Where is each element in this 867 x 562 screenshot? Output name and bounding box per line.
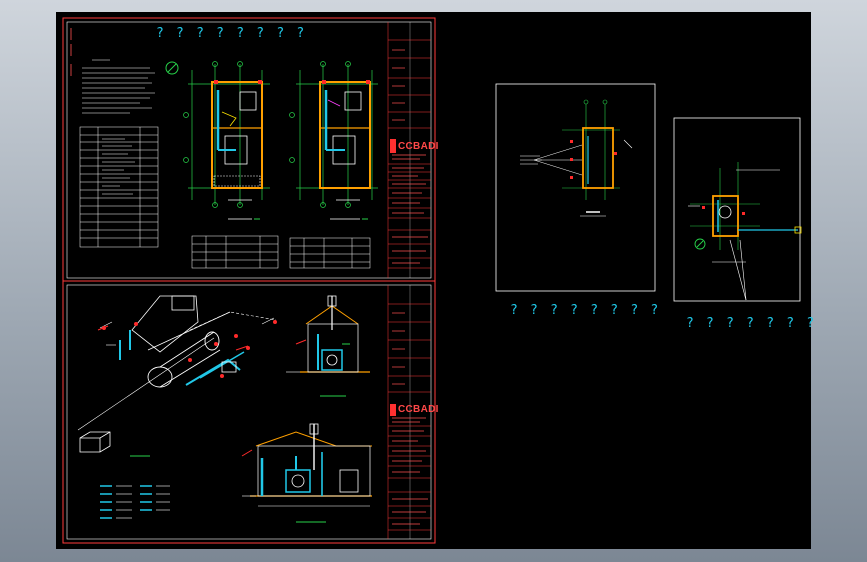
upper-logo-mark — [390, 139, 396, 153]
section-view-large — [242, 423, 372, 523]
materials-table-entries — [102, 138, 135, 195]
detail-sheet-middle — [495, 83, 656, 292]
small-isometric-box — [79, 431, 111, 453]
detail-right-drawing — [688, 162, 802, 301]
floor-plan-2 — [289, 61, 378, 220]
logo-text-lower: CCBADI — [398, 404, 439, 415]
floor-plan-1 — [165, 61, 270, 220]
design-notes-text — [82, 59, 155, 114]
plan-1-walls — [211, 81, 263, 189]
legend-table-2 — [289, 237, 371, 269]
cad-drawing-canvas — [62, 17, 802, 544]
lower-logo-mark — [390, 404, 396, 416]
detail-middle-drawing — [520, 99, 633, 217]
detail-middle-red-marks — [570, 140, 617, 179]
logo-text-upper: CCBADI — [398, 141, 439, 152]
sheet-top-title: ? ? ? ? ? ? ? ? — [156, 26, 307, 41]
detail-caption-right: ? ? ? ? ? ? ? — [686, 316, 817, 331]
detail-sheet-right — [673, 117, 801, 302]
detail-caption-left: ? ? ? ? ? ? ? ? — [510, 303, 661, 318]
lower-legend — [100, 485, 170, 519]
legend-table-1 — [191, 235, 279, 269]
section-view-small — [286, 295, 370, 397]
isometric-piping-diagram — [77, 295, 277, 431]
materials-table — [79, 126, 159, 248]
lower-drawing-border — [66, 284, 432, 540]
